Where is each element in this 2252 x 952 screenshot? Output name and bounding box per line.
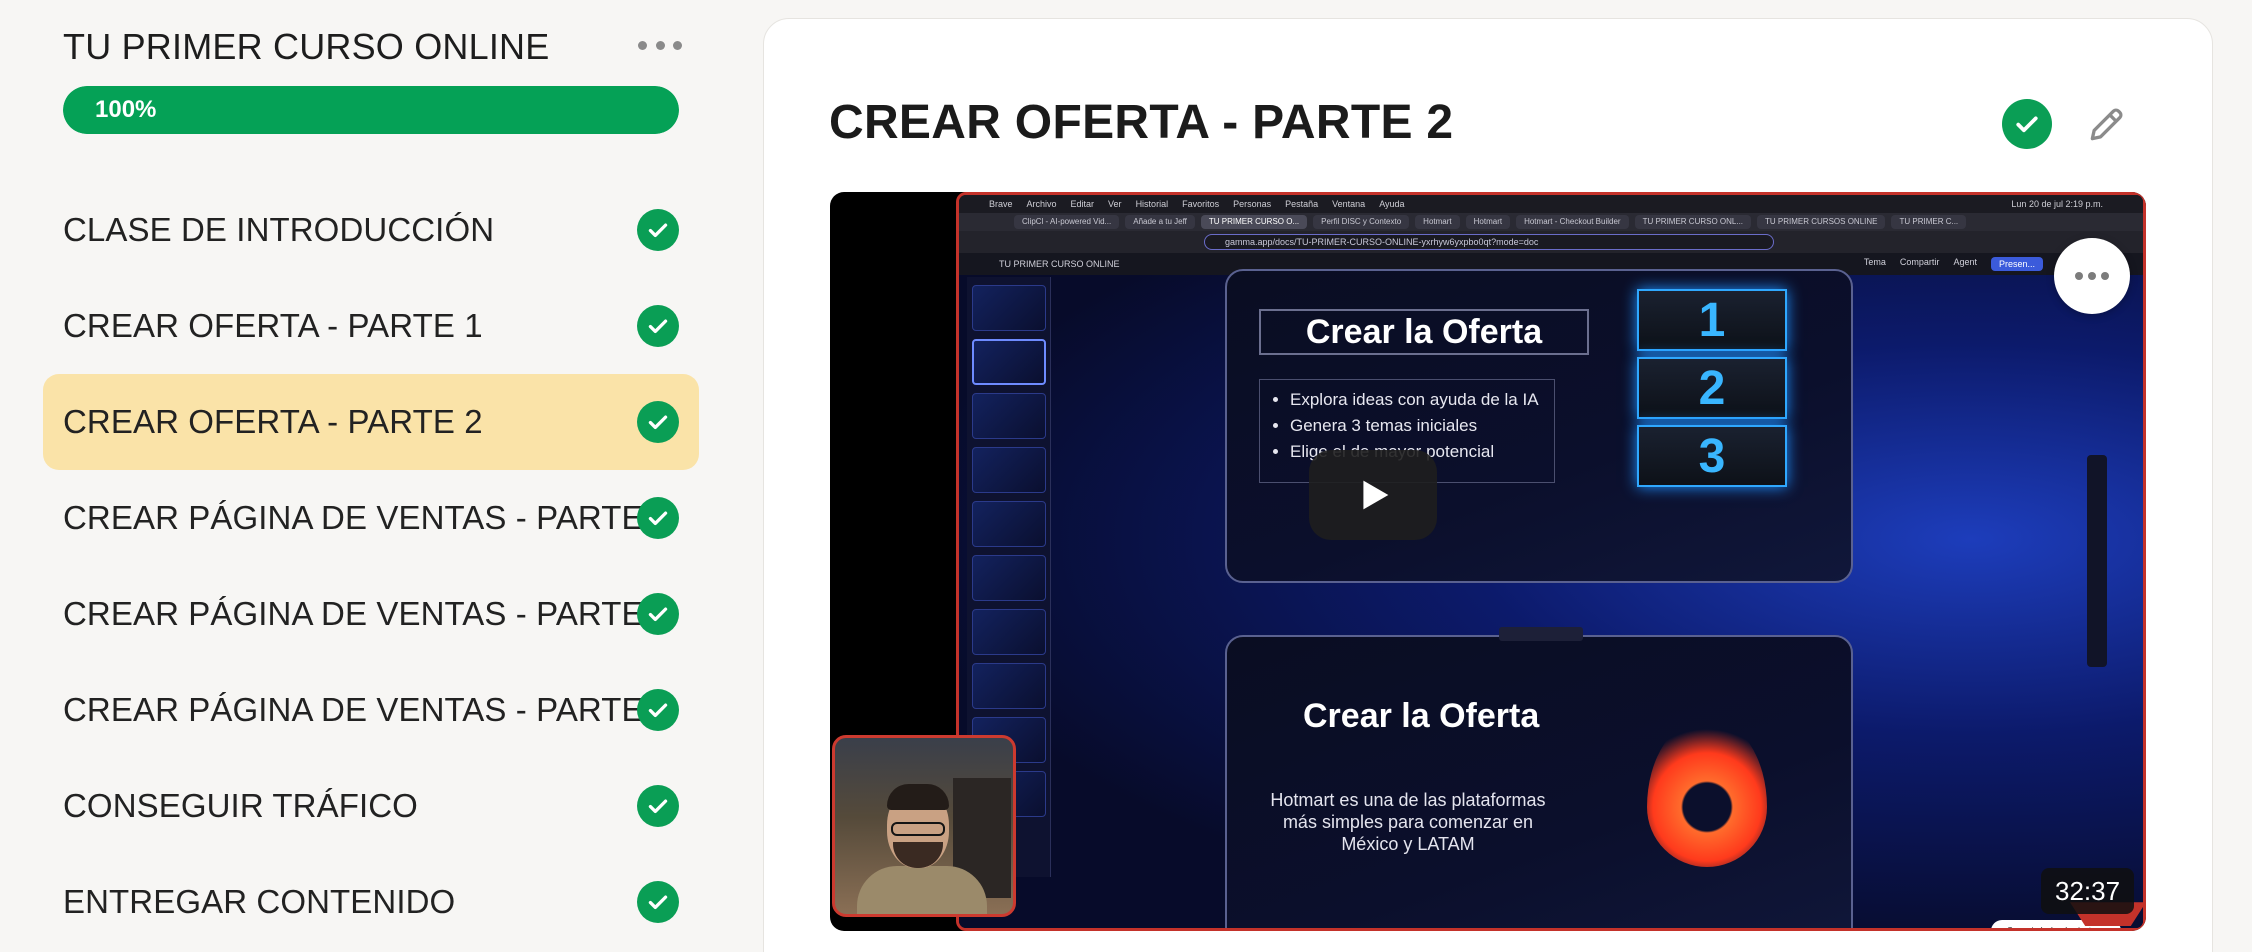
check-circle-icon bbox=[637, 497, 679, 539]
slide-text: Hotmart es una de las plataformas más si… bbox=[1270, 790, 1546, 854]
check-circle-icon bbox=[637, 785, 679, 827]
slide-title: Crear la Oferta bbox=[1303, 697, 1540, 735]
slide-thumbnail bbox=[971, 609, 1046, 655]
slide-hotmart: Crear la Oferta Hotmart es una de las pl… bbox=[1225, 635, 1853, 928]
app-title: TU PRIMER CURSO ONLINE bbox=[999, 259, 1120, 269]
lesson-item-7[interactable]: ENTREGAR CONTENIDO bbox=[43, 854, 699, 950]
lesson-title: CREAR OFERTA - PARTE 2 bbox=[829, 96, 1454, 149]
course-more-icon[interactable] bbox=[638, 30, 682, 60]
check-circle-icon bbox=[637, 401, 679, 443]
cube-number: 1 bbox=[1637, 289, 1787, 351]
slide-bullet: Genera 3 temas iniciales bbox=[1290, 416, 1554, 436]
lesson-item-6[interactable]: CONSEGUIR TRÁFICO bbox=[43, 758, 699, 854]
lesson-item-0[interactable]: CLASE DE INTRODUCCIÓN bbox=[43, 182, 699, 278]
lesson-item-1[interactable]: CREAR OFERTA - PARTE 1 bbox=[43, 278, 699, 374]
browser-tab: Hotmart bbox=[1465, 215, 1511, 229]
slide-title: Crear la Oferta bbox=[1259, 309, 1589, 355]
course-progress-label: 100% bbox=[95, 96, 157, 123]
lesson-label: CREAR PÁGINA DE VENTAS - PARTE 2 bbox=[63, 595, 672, 632]
cube-number: 2 bbox=[1637, 357, 1787, 419]
slide-mini-toolbar bbox=[1499, 627, 1583, 641]
menu-item: Editar bbox=[1070, 199, 1095, 209]
mac-clock: Lun 20 de jul 2:19 p.m. bbox=[2011, 199, 2103, 209]
browser-tab: Perfil DISC y Contexto bbox=[1313, 215, 1410, 229]
check-circle-icon bbox=[637, 593, 679, 635]
check-circle-icon bbox=[637, 209, 679, 251]
slide-workspace: Crear la Oferta Explora ideas con ayuda … bbox=[959, 269, 2143, 928]
lesson-label: CREAR OFERTA - PARTE 2 bbox=[63, 403, 483, 440]
menu-item: Favoritos bbox=[1182, 199, 1220, 209]
slide-thumbnail-selected bbox=[971, 339, 1046, 385]
app-tool: Compartir bbox=[1899, 257, 1940, 267]
check-circle-icon bbox=[637, 881, 679, 923]
browser-tab: TU PRIMER CURSO ONL... bbox=[1634, 215, 1752, 229]
menu-item: Brave bbox=[989, 199, 1013, 209]
video-duration: 32:37 bbox=[2041, 868, 2135, 914]
lesson-list: CLASE DE INTRODUCCIÓN CREAR OFERTA - PAR… bbox=[43, 182, 699, 950]
app-tool: Agent bbox=[1953, 257, 1977, 267]
cube-number: 3 bbox=[1637, 425, 1787, 487]
lesson-label: CONSEGUIR TRÁFICO bbox=[63, 787, 418, 824]
lesson-label: CREAR PÁGINA DE VENTAS - PARTE 1 bbox=[63, 499, 672, 536]
lesson-item-3[interactable]: CREAR PÁGINA DE VENTAS - PARTE 1 bbox=[43, 470, 699, 566]
slide-bullet: Explora ideas con ayuda de la IA bbox=[1290, 390, 1554, 410]
mark-complete-button[interactable] bbox=[2002, 99, 2052, 149]
course-sidebar: TU PRIMER CURSO ONLINE 100% CLASE DE INT… bbox=[0, 0, 720, 952]
browser-url-row: gamma.app/docs/TU-PRIMER-CURSO-ONLINE-yx… bbox=[959, 231, 2143, 253]
browser-tab: TU PRIMER C... bbox=[1891, 215, 1967, 229]
browser-tabs: ClipCl - AI-powered Vid... Añade a tu Je… bbox=[959, 213, 2143, 231]
mac-menu-bar: Brave Archivo Editar Ver Historial Favor… bbox=[959, 195, 2143, 213]
slide-thumbnail bbox=[971, 285, 1046, 331]
browser-url: gamma.app/docs/TU-PRIMER-CURSO-ONLINE-yx… bbox=[1204, 234, 1774, 250]
check-circle-icon bbox=[637, 305, 679, 347]
course-progress-bar: 100% bbox=[63, 86, 679, 134]
numbered-cubes-image: 1 2 3 bbox=[1617, 281, 1807, 491]
pencil-icon bbox=[2090, 108, 2123, 141]
check-icon bbox=[2016, 116, 2038, 133]
browser-tab: Hotmart bbox=[1415, 215, 1460, 229]
lesson-item-4[interactable]: CREAR PÁGINA DE VENTAS - PARTE 2 bbox=[43, 566, 699, 662]
lesson-label: CREAR PÁGINA DE VENTAS - PARTE 3 bbox=[63, 691, 672, 728]
presenter-webcam bbox=[832, 735, 1016, 917]
browser-tab: Añade a tu Jeff bbox=[1125, 215, 1195, 229]
play-icon bbox=[1363, 480, 1389, 510]
video-more-options-button[interactable] bbox=[2054, 238, 2130, 314]
lesson-item-2-active[interactable]: CREAR OFERTA - PARTE 2 bbox=[43, 374, 699, 470]
lesson-card: CREAR OFERTA - PARTE 2 Brave Archivo Edi… bbox=[763, 18, 2213, 952]
app-tool-present: Presen... bbox=[1990, 257, 2043, 271]
video-player[interactable]: Brave Archivo Editar Ver Historial Favor… bbox=[830, 192, 2146, 931]
app-tools: Tema Compartir Agent Presen... bbox=[1864, 257, 2043, 271]
menu-item: Ayuda bbox=[1379, 199, 1405, 209]
lesson-item-5[interactable]: CREAR PÁGINA DE VENTAS - PARTE 3 bbox=[43, 662, 699, 758]
browser-tab: Hotmart - Checkout Builder bbox=[1516, 215, 1629, 229]
browser-tab: TU PRIMER CURSOS ONLINE bbox=[1757, 215, 1886, 229]
lesson-label: ENTREGAR CONTENIDO bbox=[63, 883, 456, 920]
course-title: TU PRIMER CURSO ONLINE bbox=[63, 26, 550, 67]
slide-thumbnail bbox=[971, 393, 1046, 439]
lesson-label: CREAR OFERTA - PARTE 1 bbox=[63, 307, 483, 344]
browser-tab: ClipCl - AI-powered Vid... bbox=[1014, 215, 1120, 229]
slide-thumbnail bbox=[971, 663, 1046, 709]
hotmart-flame-image bbox=[1647, 717, 1767, 867]
editor-right-rail bbox=[2087, 455, 2107, 667]
menu-item: Ventana bbox=[1332, 199, 1366, 209]
lesson-label: CLASE DE INTRODUCCIÓN bbox=[63, 211, 495, 248]
menu-item: Personas bbox=[1233, 199, 1272, 209]
play-button[interactable] bbox=[1309, 450, 1437, 540]
menu-item: Historial bbox=[1135, 199, 1169, 209]
edit-button[interactable] bbox=[2082, 99, 2132, 149]
browser-tab-selected: TU PRIMER CURSO O... bbox=[1200, 215, 1308, 229]
menu-item: Pestaña bbox=[1285, 199, 1319, 209]
app-tool: Tema bbox=[1863, 257, 1886, 267]
check-circle-icon bbox=[637, 689, 679, 731]
slide-thumbnail bbox=[971, 501, 1046, 547]
menu-item: Archivo bbox=[1026, 199, 1057, 209]
menu-item: Ver bbox=[1108, 199, 1122, 209]
slide-thumbnail bbox=[971, 555, 1046, 601]
video-frame-screen: Brave Archivo Editar Ver Historial Favor… bbox=[956, 192, 2146, 931]
slide-thumbnail bbox=[971, 447, 1046, 493]
